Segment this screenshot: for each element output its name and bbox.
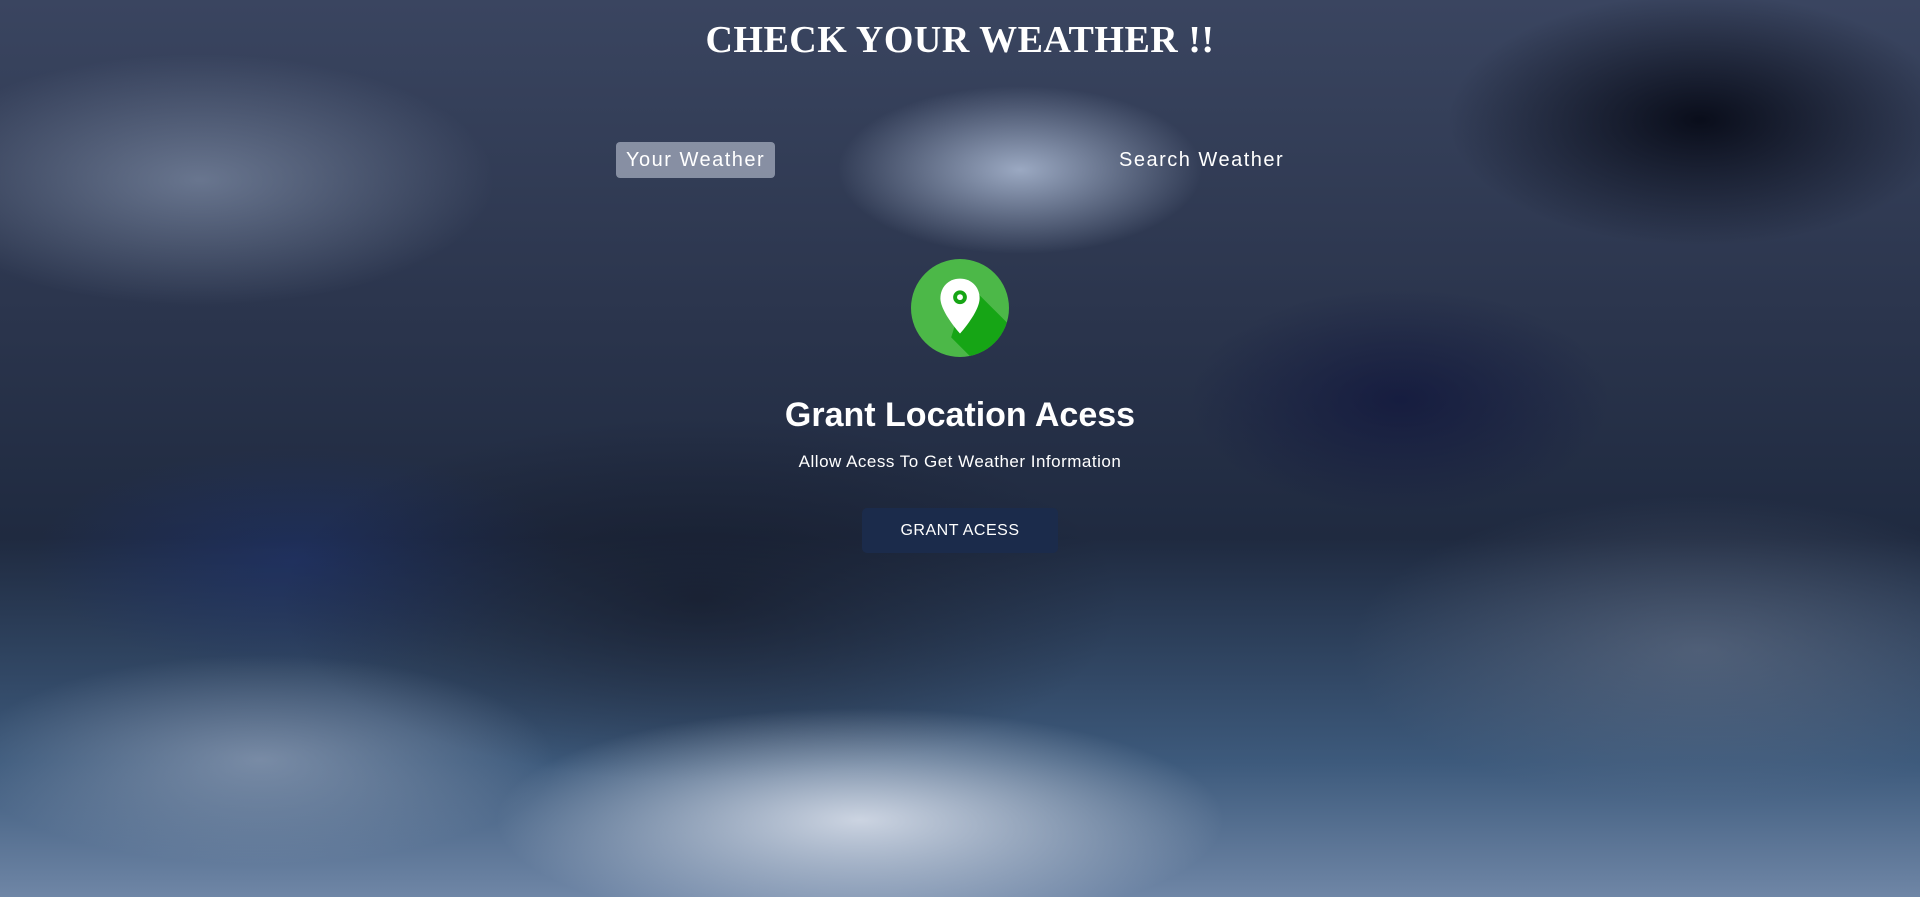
grant-location-heading: Grant Location Acess	[784, 396, 1136, 434]
app-title: CHECK YOUR WEATHER !!	[705, 19, 1215, 61]
grant-location-subtext: Allow Acess To Get Weather Information	[798, 452, 1122, 471]
tab-search-weather[interactable]: Search Weather	[1109, 142, 1294, 178]
tab-your-weather[interactable]: Your Weather	[616, 142, 776, 178]
grant-access-button[interactable]: GRANT ACESS	[862, 508, 1058, 553]
location-pin-icon	[911, 259, 1009, 357]
